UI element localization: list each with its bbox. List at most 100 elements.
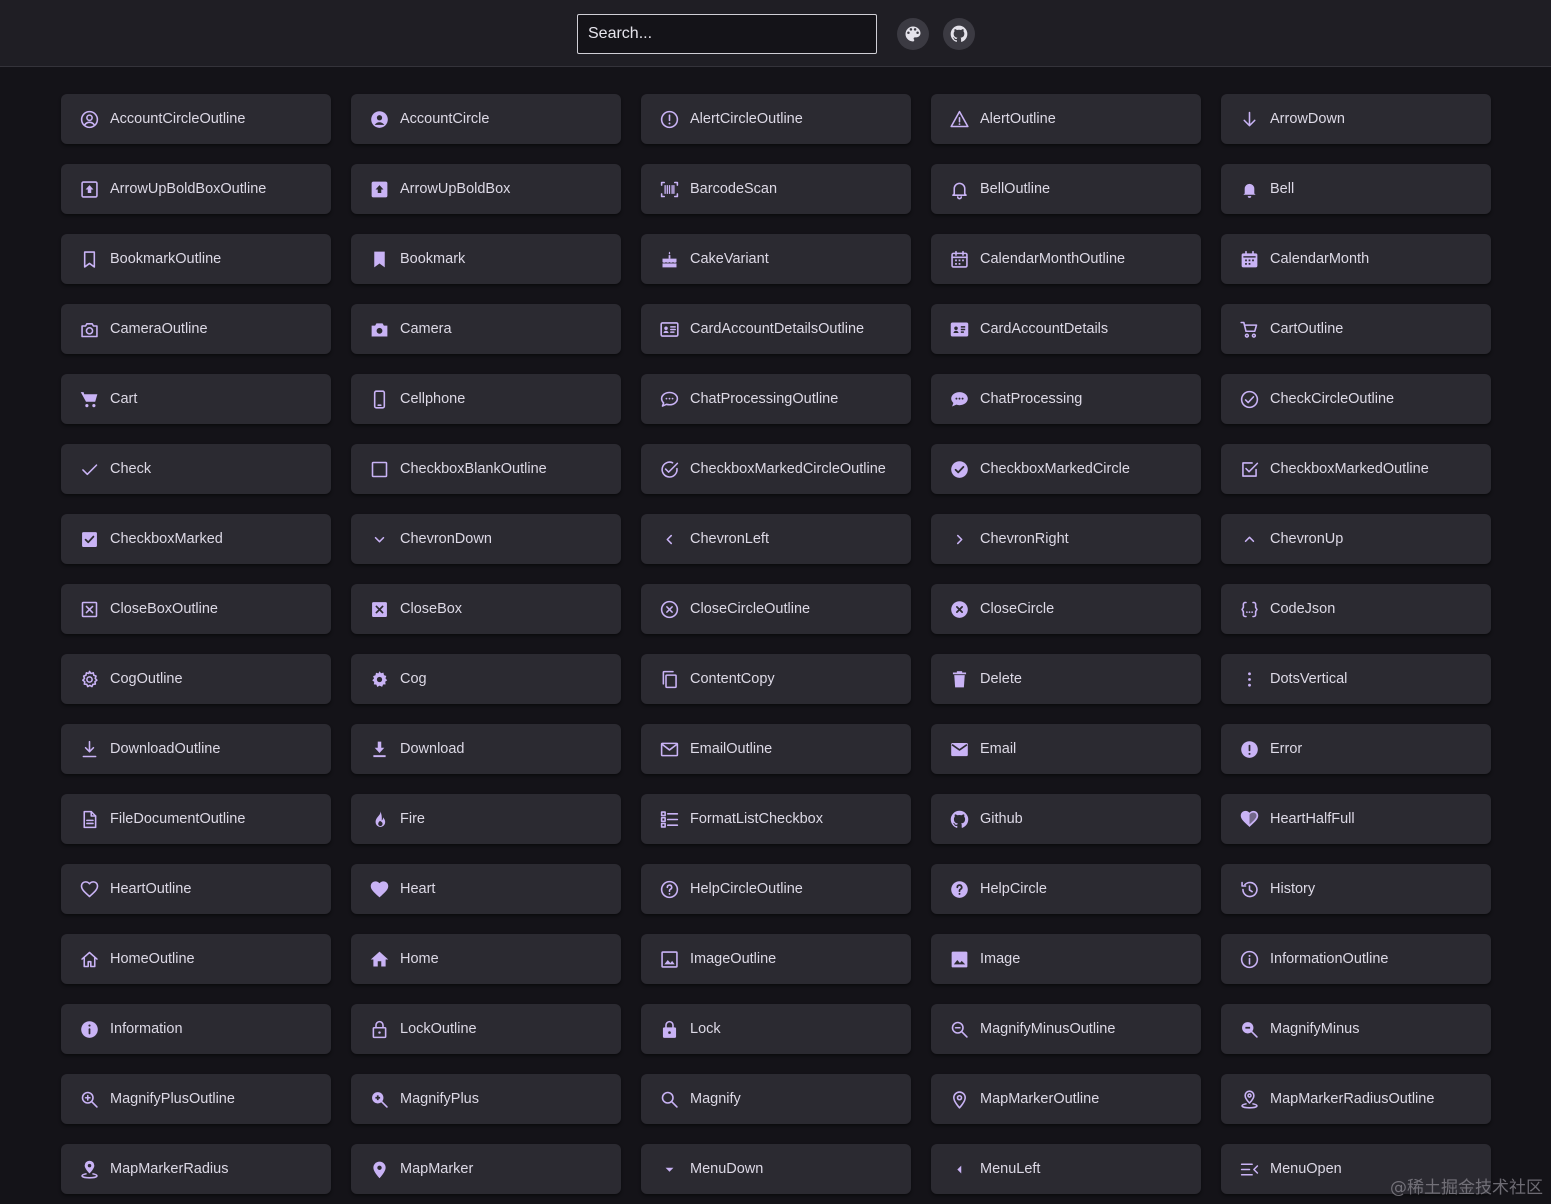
icon-button-account-circle[interactable]: AccountCircle [351, 94, 621, 144]
icon-button-checkbox-marked[interactable]: CheckboxMarked [61, 514, 331, 564]
icon-button-cog-outline[interactable]: CogOutline [61, 654, 331, 704]
icon-button-information-outline[interactable]: InformationOutline [1221, 934, 1491, 984]
icon-button-information[interactable]: Information [61, 1004, 331, 1054]
icon-button-camera-outline[interactable]: CameraOutline [61, 304, 331, 354]
icon-button-alert-outline[interactable]: AlertOutline [931, 94, 1201, 144]
github-button[interactable] [943, 18, 975, 50]
icon-button-lock-outline[interactable]: LockOutline [351, 1004, 621, 1054]
icon-button-label: ChevronRight [980, 531, 1069, 547]
icon-button-arrow-down[interactable]: ArrowDown [1221, 94, 1491, 144]
icon-button-cellphone[interactable]: Cellphone [351, 374, 621, 424]
icon-button-alert-circle-outline[interactable]: AlertCircleOutline [641, 94, 911, 144]
icon-button-home-outline[interactable]: HomeOutline [61, 934, 331, 984]
icon-button-arrow-up-bold-box[interactable]: ArrowUpBoldBox [351, 164, 621, 214]
icon-button-label: HelpCircleOutline [690, 881, 803, 897]
icon-button-menu-left[interactable]: MenuLeft [931, 1144, 1201, 1194]
icon-button-arrow-up-bold-box-outline[interactable]: ArrowUpBoldBoxOutline [61, 164, 331, 214]
icon-button-fire[interactable]: Fire [351, 794, 621, 844]
icon-button-checkbox-marked-circle[interactable]: CheckboxMarkedCircle [931, 444, 1201, 494]
icon-button-download[interactable]: Download [351, 724, 621, 774]
icon-button-heart-outline[interactable]: HeartOutline [61, 864, 331, 914]
icon-button-check-circle-outline[interactable]: CheckCircleOutline [1221, 374, 1491, 424]
icon-button-magnify-minus[interactable]: MagnifyMinus [1221, 1004, 1491, 1054]
icon-button-checkbox-blank-outline[interactable]: CheckboxBlankOutline [351, 444, 621, 494]
icon-button-format-list-checkbox[interactable]: FormatListCheckbox [641, 794, 911, 844]
icon-button-chevron-up[interactable]: ChevronUp [1221, 514, 1491, 564]
icon-button-heart[interactable]: Heart [351, 864, 621, 914]
bookmark-icon [368, 248, 390, 270]
error-icon [1238, 738, 1260, 760]
icon-button-cake-variant[interactable]: CakeVariant [641, 234, 911, 284]
search-input[interactable] [577, 14, 877, 54]
icon-button-bookmark-outline[interactable]: BookmarkOutline [61, 234, 331, 284]
icon-button-close-circle[interactable]: CloseCircle [931, 584, 1201, 634]
icon-button-download-outline[interactable]: DownloadOutline [61, 724, 331, 774]
icon-button-account-circle-outline[interactable]: AccountCircleOutline [61, 94, 331, 144]
help-circle-icon [948, 878, 970, 900]
icon-button-close-circle-outline[interactable]: CloseCircleOutline [641, 584, 911, 634]
icon-button-content-copy[interactable]: ContentCopy [641, 654, 911, 704]
icon-button-label: CameraOutline [110, 321, 208, 337]
icon-button-dots-vertical[interactable]: DotsVertical [1221, 654, 1491, 704]
home-icon [368, 948, 390, 970]
icon-button-delete[interactable]: Delete [931, 654, 1201, 704]
icon-button-camera[interactable]: Camera [351, 304, 621, 354]
icon-button-code-json[interactable]: CodeJson [1221, 584, 1491, 634]
icon-button-image[interactable]: Image [931, 934, 1201, 984]
icon-button-file-document-outline[interactable]: FileDocumentOutline [61, 794, 331, 844]
icon-button-magnify-plus-outline[interactable]: MagnifyPlusOutline [61, 1074, 331, 1124]
icon-button-chevron-left[interactable]: ChevronLeft [641, 514, 911, 564]
icon-button-menu-down[interactable]: MenuDown [641, 1144, 911, 1194]
icon-button-checkbox-marked-outline[interactable]: CheckboxMarkedOutline [1221, 444, 1491, 494]
icon-grid: AccountCircleOutline AccountCircle AlertCi… [61, 94, 1491, 1194]
icon-button-help-circle[interactable]: HelpCircle [931, 864, 1201, 914]
icon-button-email-outline[interactable]: EmailOutline [641, 724, 911, 774]
icon-button-card-account-details[interactable]: CardAccountDetails [931, 304, 1201, 354]
icon-button-chat-processing-outline[interactable]: ChatProcessingOutline [641, 374, 911, 424]
theme-button[interactable] [897, 18, 929, 50]
icon-button-card-account-details-outline[interactable]: CardAccountDetailsOutline [641, 304, 911, 354]
icon-button-label: Github [980, 811, 1023, 827]
icon-button-cog[interactable]: Cog [351, 654, 621, 704]
icon-button-history[interactable]: History [1221, 864, 1491, 914]
icon-button-chat-processing[interactable]: ChatProcessing [931, 374, 1201, 424]
icon-button-bell-outline[interactable]: BellOutline [931, 164, 1201, 214]
icon-button-map-marker[interactable]: MapMarker [351, 1144, 621, 1194]
map-marker-radius-icon [78, 1158, 100, 1180]
icon-button-label: CalendarMonth [1270, 251, 1370, 267]
icon-button-close-box-outline[interactable]: CloseBoxOutline [61, 584, 331, 634]
icon-button-chevron-down[interactable]: ChevronDown [351, 514, 621, 564]
icon-button-email[interactable]: Email [931, 724, 1201, 774]
camera-outline-icon [78, 318, 100, 340]
icon-button-check[interactable]: Check [61, 444, 331, 494]
icon-button-calendar-month-outline[interactable]: CalendarMonthOutline [931, 234, 1201, 284]
magnify-minus-icon [1238, 1018, 1260, 1040]
icon-button-magnify-plus[interactable]: MagnifyPlus [351, 1074, 621, 1124]
icon-button-cart[interactable]: Cart [61, 374, 331, 424]
icon-button-close-box[interactable]: CloseBox [351, 584, 621, 634]
menu-left-icon [948, 1158, 970, 1180]
icon-button-magnify-minus-outline[interactable]: MagnifyMinusOutline [931, 1004, 1201, 1054]
icon-button-map-marker-radius[interactable]: MapMarkerRadius [61, 1144, 331, 1194]
icon-button-bell[interactable]: Bell [1221, 164, 1491, 214]
icon-button-github[interactable]: Github [931, 794, 1201, 844]
icon-button-cart-outline[interactable]: CartOutline [1221, 304, 1491, 354]
icon-button-image-outline[interactable]: ImageOutline [641, 934, 911, 984]
dots-vertical-icon [1238, 668, 1260, 690]
icon-button-bookmark[interactable]: Bookmark [351, 234, 621, 284]
icon-button-label: HeartOutline [110, 881, 192, 897]
icon-button-error[interactable]: Error [1221, 724, 1491, 774]
icon-button-calendar-month[interactable]: CalendarMonth [1221, 234, 1491, 284]
icon-button-chevron-right[interactable]: ChevronRight [931, 514, 1201, 564]
icon-button-map-marker-radius-outline[interactable]: MapMarkerRadiusOutline [1221, 1074, 1491, 1124]
icon-button-lock[interactable]: Lock [641, 1004, 911, 1054]
icon-button-barcode-scan[interactable]: BarcodeScan [641, 164, 911, 214]
icon-button-heart-half-full[interactable]: HeartHalfFull [1221, 794, 1491, 844]
icon-button-magnify[interactable]: Magnify [641, 1074, 911, 1124]
bell-icon [1238, 178, 1260, 200]
icon-button-checkbox-marked-circle-outline[interactable]: CheckboxMarkedCircleOutline [641, 444, 911, 494]
icon-button-label: HomeOutline [110, 951, 195, 967]
icon-button-home[interactable]: Home [351, 934, 621, 984]
icon-button-help-circle-outline[interactable]: HelpCircleOutline [641, 864, 911, 914]
icon-button-map-marker-outline[interactable]: MapMarkerOutline [931, 1074, 1201, 1124]
